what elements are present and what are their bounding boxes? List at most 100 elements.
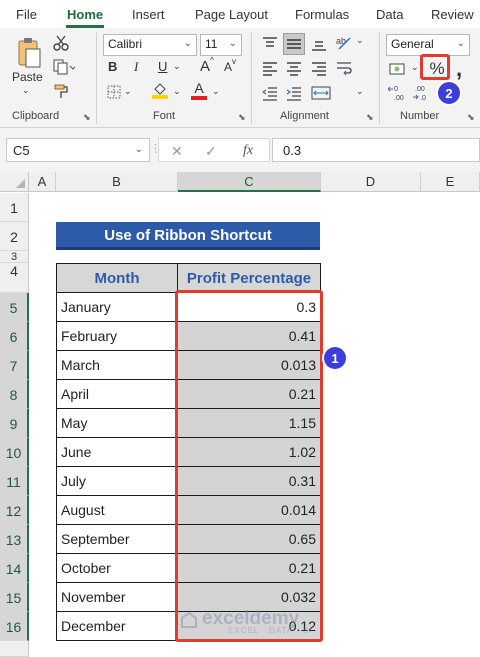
- formula-input[interactable]: 0.3: [272, 138, 480, 162]
- row-header-13[interactable]: 13: [0, 525, 29, 554]
- row-header-8[interactable]: 8: [0, 380, 29, 409]
- row-header-7[interactable]: 7: [0, 351, 29, 380]
- bold-button[interactable]: B: [108, 59, 117, 74]
- font-launcher-icon[interactable]: ⬊: [238, 112, 246, 123]
- tab-data[interactable]: Data: [376, 7, 403, 22]
- format-painter-icon[interactable]: [52, 82, 70, 100]
- column-header-a[interactable]: A: [29, 172, 56, 192]
- bottom-align-icon[interactable]: [309, 34, 329, 54]
- column-header-b[interactable]: B: [56, 172, 178, 192]
- month-cell[interactable]: May: [56, 408, 178, 438]
- row-header-5[interactable]: 5: [0, 293, 29, 322]
- comma-style-button[interactable]: ,: [456, 56, 462, 82]
- align-left-icon[interactable]: [260, 58, 280, 78]
- align-center-icon[interactable]: [284, 58, 304, 78]
- sheet-title[interactable]: Use of Ribbon Shortcut: [56, 222, 320, 250]
- merge-center-icon[interactable]: [309, 83, 333, 103]
- column-header-d[interactable]: D: [321, 172, 421, 192]
- month-cell[interactable]: September: [56, 524, 178, 554]
- top-align-icon[interactable]: [260, 34, 280, 54]
- profit-column-header[interactable]: Profit Percentage: [177, 263, 321, 293]
- month-cell[interactable]: April: [56, 379, 178, 409]
- paste-icon[interactable]: [14, 36, 44, 70]
- exceldemy-watermark: exceldemy EXCEL · DATA · BI: [202, 608, 312, 635]
- cancel-icon[interactable]: ✕: [171, 143, 183, 160]
- underline-button[interactable]: U: [158, 59, 167, 74]
- row-header-12[interactable]: 12: [0, 496, 29, 525]
- font-color-dropdown-icon[interactable]: ⌄: [212, 86, 220, 97]
- borders-icon[interactable]: [106, 84, 122, 100]
- svg-text:.0: .0: [420, 95, 426, 102]
- copy-icon[interactable]: [52, 58, 76, 76]
- insert-function-icon[interactable]: fx: [243, 143, 253, 159]
- row-header-17[interactable]: [0, 641, 29, 657]
- fill-color-dropdown-icon[interactable]: ⌄: [173, 86, 181, 97]
- watermark-tagline: EXCEL · DATA · BI: [228, 626, 313, 635]
- month-cell[interactable]: December: [56, 611, 178, 641]
- row-header-14[interactable]: 14: [0, 554, 29, 583]
- merge-dropdown-icon[interactable]: ⌄: [356, 86, 364, 97]
- increase-decimal-icon[interactable]: 0.00: [388, 84, 408, 102]
- align-right-icon[interactable]: [309, 58, 329, 78]
- decrease-indent-icon[interactable]: [260, 83, 280, 103]
- underline-dropdown-icon[interactable]: ⌄: [173, 61, 181, 72]
- number-launcher-icon[interactable]: ⬊: [467, 112, 475, 123]
- month-cell[interactable]: March: [56, 350, 178, 380]
- month-cell[interactable]: June: [56, 437, 178, 467]
- accounting-dropdown-icon[interactable]: ⌄: [411, 62, 419, 73]
- callout-badge-1: 1: [324, 347, 346, 369]
- tab-home[interactable]: Home: [67, 7, 103, 22]
- column-header-e[interactable]: E: [421, 172, 480, 192]
- month-cell[interactable]: January: [56, 292, 178, 322]
- tab-insert[interactable]: Insert: [132, 7, 165, 22]
- shrink-font-button[interactable]: A: [224, 60, 232, 74]
- enter-icon[interactable]: ✓: [205, 143, 217, 160]
- cut-icon[interactable]: [52, 34, 70, 52]
- row-header-2[interactable]: 2: [0, 222, 29, 251]
- row-header-9[interactable]: 9: [0, 409, 29, 438]
- month-column-header[interactable]: Month: [56, 263, 178, 293]
- tab-review[interactable]: Review: [431, 7, 474, 22]
- orientation-icon[interactable]: ab: [334, 32, 354, 52]
- row-header-11[interactable]: 11: [0, 467, 29, 496]
- name-box-value: C5: [13, 143, 30, 158]
- tab-page-layout[interactable]: Page Layout: [195, 7, 268, 22]
- name-box[interactable]: C5 ⌄: [6, 138, 150, 162]
- orientation-dropdown-icon[interactable]: ⌄: [356, 35, 364, 46]
- number-format-select[interactable]: General ⌄: [386, 34, 470, 56]
- ribbon: Paste ⌄ Clipboard ⬊ Calibri ⌄ 11 ⌄ B I U ⌄…: [0, 28, 480, 128]
- row-header-1[interactable]: 1: [0, 193, 29, 222]
- font-color-button[interactable]: A: [190, 78, 208, 102]
- column-header-c[interactable]: C: [178, 172, 321, 192]
- select-all-corner[interactable]: [0, 172, 29, 192]
- row-header-3[interactable]: 3: [0, 251, 29, 263]
- alignment-launcher-icon[interactable]: ⬊: [366, 112, 374, 123]
- font-size-select[interactable]: 11 ⌄: [200, 34, 242, 56]
- paste-button[interactable]: Paste: [12, 70, 43, 84]
- clipboard-launcher-icon[interactable]: ⬊: [83, 112, 91, 123]
- month-cell[interactable]: October: [56, 553, 178, 583]
- decrease-decimal-icon[interactable]: .00.0: [412, 84, 432, 102]
- row-header-10[interactable]: 10: [0, 438, 29, 467]
- row-header-15[interactable]: 15: [0, 583, 29, 612]
- italic-button[interactable]: I: [134, 59, 138, 75]
- month-cell[interactable]: July: [56, 466, 178, 496]
- accounting-format-icon[interactable]: [388, 60, 410, 78]
- tab-formulas[interactable]: Formulas: [295, 7, 349, 22]
- month-cell[interactable]: November: [56, 582, 178, 612]
- table-header-row: Month Profit Percentage: [56, 263, 321, 293]
- wrap-text-icon[interactable]: [334, 58, 354, 78]
- month-cell[interactable]: August: [56, 495, 178, 525]
- row-header-4[interactable]: 4: [0, 263, 29, 293]
- month-cell[interactable]: February: [56, 321, 178, 351]
- borders-dropdown-icon[interactable]: ⌄: [124, 86, 132, 97]
- grow-font-button[interactable]: A: [200, 58, 210, 75]
- increase-indent-icon[interactable]: [284, 83, 304, 103]
- row-header-16[interactable]: 16: [0, 612, 29, 641]
- font-name-select[interactable]: Calibri ⌄: [103, 34, 197, 56]
- tab-file[interactable]: File: [16, 7, 37, 22]
- fill-color-button[interactable]: [150, 80, 170, 102]
- paste-dropdown-icon[interactable]: ⌄: [22, 85, 30, 96]
- row-header-6[interactable]: 6: [0, 322, 29, 351]
- middle-align-icon[interactable]: [283, 33, 305, 55]
